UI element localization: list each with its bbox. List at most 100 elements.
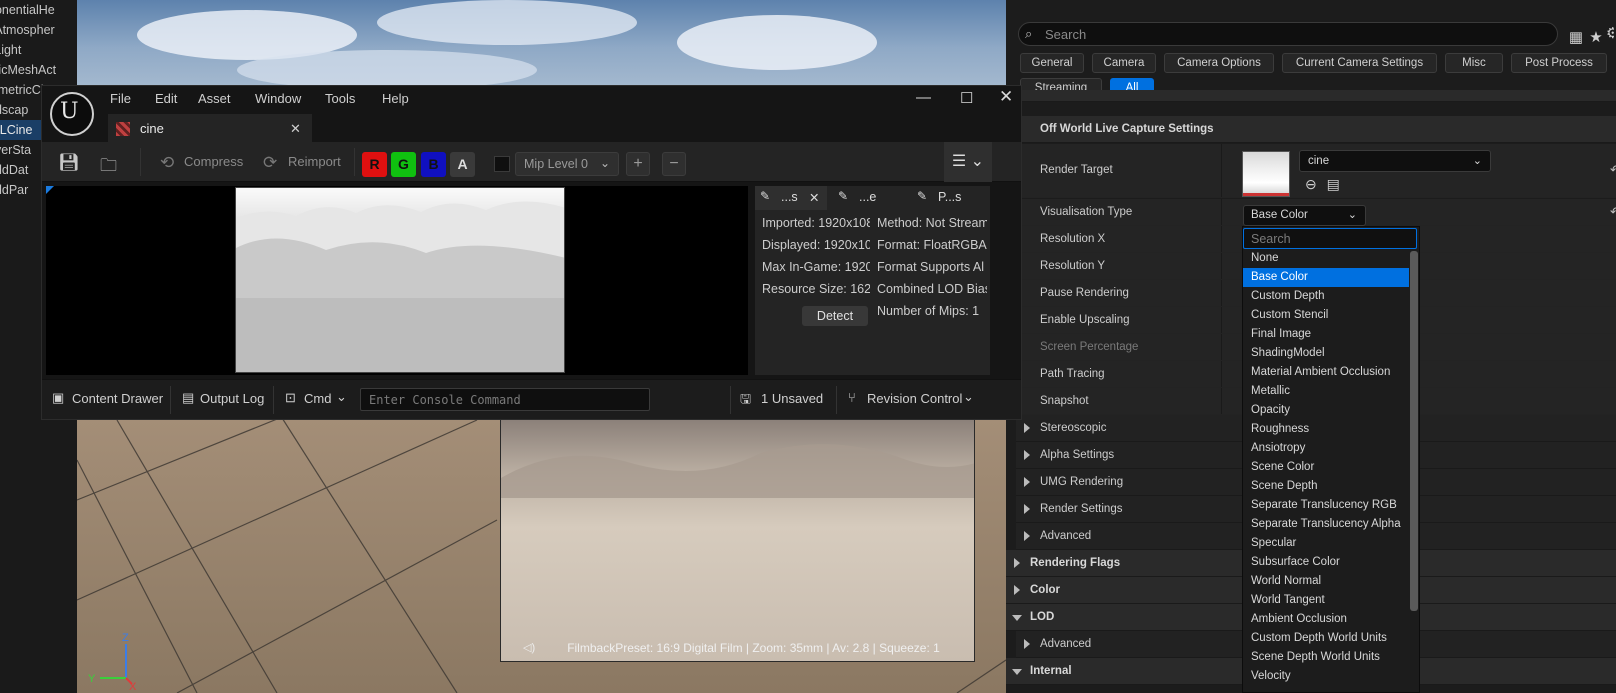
render-target-thumbnail[interactable] [1242,151,1290,197]
outliner-item[interactable]: yAtmospher [0,20,77,40]
asset-tab[interactable]: cine ✕ [108,114,312,142]
mip-level-combo[interactable]: Mip Level 0 ⌄ [515,152,619,176]
console-input[interactable]: Enter Console Command [360,388,650,411]
cmd-dropdown[interactable]: Cmd [304,391,331,406]
channel-a-button[interactable]: A [450,152,475,177]
reimport-button[interactable]: Reimport [288,154,341,169]
tab-misc[interactable]: Misc [1445,53,1503,73]
axis-gizmo: Z Y X [88,632,137,690]
texture-toolbar: 💾︎ 🗀︎ ⟲ Compress ⟳ Reimport R G B A Mip … [42,142,1021,182]
category-label: Color [1030,584,1061,596]
dropdown-scrollbar[interactable] [1410,251,1418,611]
menu-asset[interactable]: Asset [198,91,231,106]
channel-g-button[interactable]: G [391,152,416,177]
save-icon[interactable]: 💾︎ [58,153,80,173]
menu-help[interactable]: Help [382,91,409,106]
outliner-item[interactable]: yLight [0,40,77,60]
dropdown-option[interactable]: Velocity [1243,667,1409,686]
render-target-value: cine [1308,155,1330,167]
tab-general[interactable]: General [1020,53,1084,73]
close-icon[interactable]: ✕ [999,87,1013,107]
content-drawer-button[interactable]: Content Drawer [72,391,163,406]
info-tab-2[interactable]: ✎ ...e [833,186,908,210]
use-selected-arrow-icon[interactable]: ⊖ [1305,176,1317,192]
browse-asset-icon[interactable]: ▤ [1327,176,1340,192]
texture-asset-icon [116,122,130,136]
dropdown-option[interactable]: Scene Depth World Units [1243,648,1409,667]
chevron-down-icon: ⌄ [599,156,610,170]
dropdown-option[interactable]: Roughness [1243,420,1409,439]
reimport-icon[interactable]: ⟳ [263,153,277,173]
details-search-input[interactable]: ⌕ Search [1018,22,1558,46]
close-tab-icon[interactable]: ✕ [809,190,819,205]
output-log-button[interactable]: Output Log [200,391,264,406]
dropdown-search-input[interactable]: Search [1243,228,1417,249]
dropdown-option[interactable]: Custom Depth World Units [1243,629,1409,648]
chevron-down-icon[interactable]: ⌄ [963,389,974,405]
menu-window[interactable]: Window [255,91,301,106]
maximize-icon[interactable]: ☐ [960,89,973,107]
group-label: Render Settings [1040,503,1123,515]
favorites-star-icon[interactable]: ★ [1586,28,1606,46]
property-label: Screen Percentage [1040,341,1139,353]
dropdown-option[interactable]: Final Image [1243,325,1409,344]
dropdown-option[interactable]: World Normal [1243,572,1409,591]
channel-b-button[interactable]: B [421,152,446,177]
tab-camera[interactable]: Camera [1092,53,1156,73]
close-tab-icon[interactable]: ✕ [290,121,301,137]
dropdown-option[interactable]: Metallic [1243,382,1409,401]
view-options-menu-icon[interactable]: ☰ ⌄ [944,142,992,182]
menu-tools[interactable]: Tools [325,91,355,106]
dropdown-option[interactable]: Opacity [1243,401,1409,420]
minimize-icon[interactable]: — [916,89,931,106]
section-header[interactable]: Off World Live Capture Settings [1016,116,1616,143]
dropdown-option[interactable]: Custom Depth [1243,287,1409,306]
zoom-in-button[interactable]: + [626,152,650,176]
unsaved-button[interactable]: 1 Unsaved [761,391,823,406]
dropdown-option[interactable]: Custom Stencil [1243,306,1409,325]
tab-camera-options[interactable]: Camera Options [1164,53,1274,73]
dropdown-option[interactable]: World Tangent [1243,591,1409,610]
visualisation-type-combo[interactable]: Base Color ⌄ [1243,205,1366,226]
compress-button[interactable]: Compress [184,154,243,169]
menu-edit[interactable]: Edit [155,91,177,106]
outliner-item[interactable]: ponentialHe [0,0,77,20]
dropdown-option-selected[interactable]: Base Color [1243,268,1409,287]
outliner-item[interactable]: aticMeshAct [0,60,77,80]
camera-caption: FilmbackPreset: 16:9 Digital Film | Zoom… [567,641,940,655]
dropdown-option[interactable]: Ansiotropy [1243,439,1409,458]
reset-arrow-icon[interactable]: ↶ [1610,204,1616,220]
dropdown-option[interactable]: Material Ambient Occlusion [1243,363,1409,382]
console-icon: ⊡ [285,390,296,405]
revision-control-icon: ⑂ [848,390,856,405]
tab-current-camera-settings[interactable]: Current Camera Settings [1282,53,1437,73]
zoom-out-button[interactable]: − [662,152,686,176]
info-tab-details[interactable]: ✎ ...s ✕ [755,186,827,210]
reset-arrow-icon[interactable]: ↶ [1610,162,1616,178]
dropdown-option[interactable]: Ambient Occlusion [1243,610,1409,629]
info-tab-3[interactable]: ✎ P...s [912,186,990,210]
dropdown-option[interactable]: None [1243,249,1409,268]
info-combined-lod-bias: Combined LOD Bias [877,282,987,296]
dropdown-option[interactable]: Separate Translucency Alpha [1243,515,1409,534]
visualisation-type-value: Base Color [1251,209,1308,221]
dropdown-option[interactable]: Specular [1243,534,1409,553]
revision-control-button[interactable]: Revision Control [867,391,962,406]
dropdown-option[interactable]: ShadingModel [1243,344,1409,363]
chevron-down-icon[interactable]: ⌄ [336,389,347,405]
detect-button[interactable]: Detect [802,306,868,326]
settings-icon[interactable]: ⚙ [1606,24,1614,42]
tab-post-process[interactable]: Post Process [1511,53,1607,73]
dropdown-option[interactable]: Separate Translucency RGB [1243,496,1409,515]
render-target-combo[interactable]: cine ⌄ [1299,150,1491,172]
mip-level-checkbox[interactable] [494,156,510,172]
dropdown-option[interactable]: Scene Color [1243,458,1409,477]
texture-viewport[interactable] [46,186,748,375]
channel-r-button[interactable]: R [362,152,387,177]
browse-icon[interactable]: 🗀︎ [100,153,117,182]
dropdown-option[interactable]: Scene Depth [1243,477,1409,496]
menu-file[interactable]: File [110,91,131,106]
table-view-icon[interactable]: ▦ [1566,28,1586,46]
compress-icon[interactable]: ⟲ [160,153,174,173]
dropdown-option[interactable]: Subsurface Color [1243,553,1409,572]
